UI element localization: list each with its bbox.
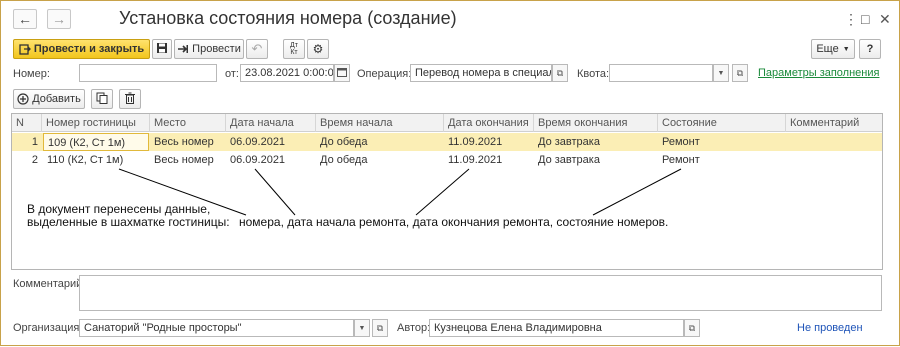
arrow-to-start-date xyxy=(254,168,296,216)
organization-field[interactable]: Санаторий "Родные просторы" xyxy=(79,319,354,337)
author-label: Автор: xyxy=(397,322,431,334)
posting-status: Не проведен xyxy=(797,322,863,334)
annotation-line-2: выделенные в шахматке гостиницы: xyxy=(27,215,230,229)
open-form-icon: ⧉ xyxy=(376,322,384,333)
organization-dropdown-button[interactable]: ▼ xyxy=(354,319,370,337)
comment-field[interactable] xyxy=(79,275,882,311)
annotation-line-1: В документ перенесены данные, xyxy=(27,202,211,216)
arrow-to-end-date xyxy=(415,168,470,216)
annotation-line-3: номера, дата начала ремонта, дата оконча… xyxy=(239,215,669,229)
chevron-down-icon: ▼ xyxy=(358,324,366,332)
comment-label: Комментарий: xyxy=(13,278,86,290)
document-window: ← → Установка состояния номера (создание… xyxy=(0,0,900,346)
author-open-button[interactable]: ⧉ xyxy=(684,319,700,337)
organization-label: Организация: xyxy=(13,322,83,334)
author-field[interactable]: Кузнецова Елена Владимировна xyxy=(429,319,684,337)
organization-open-button[interactable]: ⧉ xyxy=(372,319,388,337)
open-form-icon: ⧉ xyxy=(688,322,696,333)
arrow-to-state xyxy=(592,168,682,216)
